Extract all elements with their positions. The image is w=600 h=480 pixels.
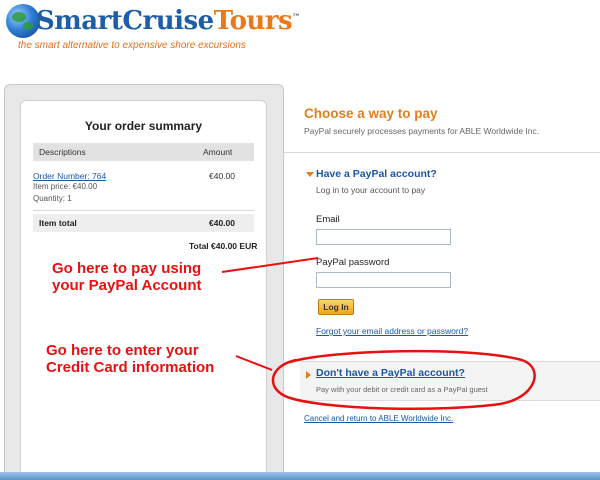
email-label: Email [316, 214, 340, 225]
forgot-credentials-link[interactable]: Forgot your email address or password? [316, 326, 468, 336]
arrow-down-icon [306, 172, 314, 177]
order-number-link[interactable]: Order Number: 764 [33, 171, 106, 181]
cancel-return-link[interactable]: Cancel and return to ABLE Worldwide Inc. [304, 414, 453, 423]
globe-logo-icon [6, 4, 40, 38]
item-quantity: Quantity: 1 [33, 194, 72, 203]
col-descriptions: Descriptions [39, 147, 86, 157]
item-price: Item price: €40.00 [33, 182, 98, 191]
col-amount: Amount [203, 147, 233, 157]
password-field[interactable] [316, 272, 451, 288]
paypal-annotation-line2: your PayPal Account [52, 277, 202, 294]
choose-payment-title: Choose a way to pay [304, 106, 438, 121]
item-total-value: €40.00 [209, 218, 235, 228]
window-bottom-strip [0, 472, 600, 480]
credit-card-annotation-line2: Credit Card information [46, 359, 215, 376]
brand-tagline: the smart alternative to expensive shore… [18, 40, 246, 51]
brand-logo: SmartCruiseTours™ the smart alternative … [6, 4, 300, 54]
item-total-label: Item total [39, 218, 77, 228]
credit-card-annotation: Go here to enter your Credit Card inform… [46, 342, 214, 376]
order-summary-title: Your order summary [84, 119, 203, 133]
no-paypal-account-link[interactable]: Don't have a PayPal account? [316, 367, 465, 379]
have-paypal-account-subtitle: Log in to your account to pay [316, 185, 426, 195]
have-paypal-account-heading[interactable]: Have a PayPal account? [316, 168, 437, 180]
guest-checkout-subtitle: Pay with your debit or credit card as a … [316, 385, 488, 394]
email-field[interactable] [316, 229, 451, 245]
login-button[interactable]: Log In [318, 299, 354, 315]
choose-payment-subtitle: PayPal securely processes payments for A… [304, 126, 540, 136]
row-divider [33, 210, 254, 211]
item-total-row: Item total €40.00 [33, 214, 254, 232]
paypal-annotation: Go here to pay using your PayPal Account [52, 260, 202, 294]
brand-name: SmartCruiseTours™ [36, 6, 300, 36]
password-label: PayPal password [316, 257, 390, 268]
order-amount: €40.00 [209, 171, 235, 181]
credit-card-annotation-line1: Go here to enter your [46, 342, 199, 359]
grand-total: Total €40.00 EUR [189, 241, 258, 251]
order-table-header: Descriptions Amount [33, 143, 254, 161]
paypal-annotation-line1: Go here to pay using [52, 260, 202, 277]
section-divider [284, 152, 600, 153]
arrow-right-icon [306, 371, 311, 379]
